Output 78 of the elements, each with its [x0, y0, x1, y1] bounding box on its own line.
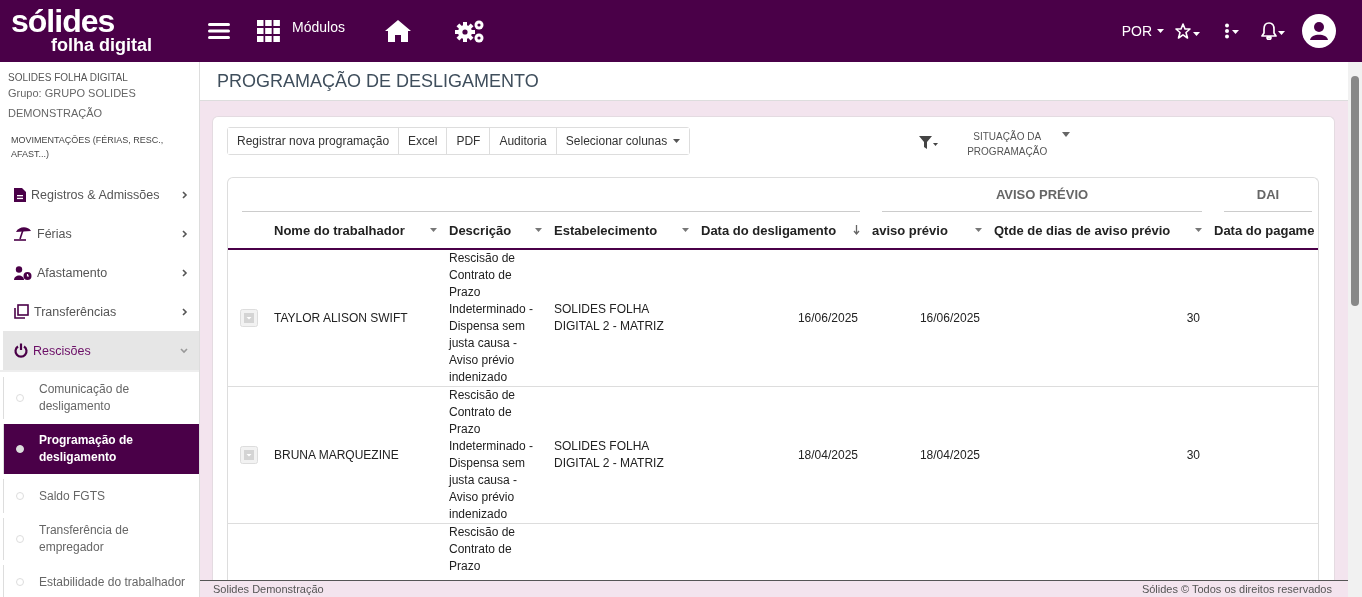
caret-icon: [673, 139, 681, 143]
sort-descending-icon[interactable]: [853, 225, 860, 235]
gears-icon[interactable]: [454, 19, 485, 43]
document-icon: [14, 187, 26, 202]
caret-icon[interactable]: [535, 228, 542, 232]
copy-icon: [14, 304, 29, 319]
table-cell: 18/04/2025: [919, 446, 980, 464]
table-cell: TAYLOR ALISON SWIFT: [274, 309, 408, 327]
table-cell: 18/04/2025: [797, 446, 858, 464]
submenu-item[interactable]: Transferência de empregador: [3, 518, 199, 560]
table-cell: 16/06/2025: [919, 309, 980, 327]
submenu-item[interactable]: Estabilidade do trabalhador: [3, 565, 199, 597]
caret-icon[interactable]: [1195, 228, 1202, 232]
chevron-right-icon: [182, 190, 188, 199]
sidebar-menu-item[interactable]: Registros & Admissões: [0, 175, 199, 214]
sidebar-menu-item[interactable]: Férias: [0, 214, 199, 253]
column-header[interactable]: Qtde de dias de aviso prévio: [994, 222, 1171, 238]
logo-wordmark[interactable]: sólides: [11, 7, 115, 35]
filter-icon[interactable]: [919, 136, 939, 150]
chevron-right-icon: [182, 268, 188, 277]
menu-icon[interactable]: [208, 23, 230, 39]
star-icon[interactable]: [1175, 23, 1200, 39]
page-title: PROGRAMAÇÃO DE DESLIGAMENTO: [217, 70, 539, 92]
chevron-right-icon: [182, 307, 188, 316]
timeline-dot-icon: [16, 394, 24, 402]
more-options-icon[interactable]: [1224, 23, 1239, 39]
sidebar-menu-item[interactable]: Rescisões: [3, 331, 199, 370]
logo-subtitle: folha digital: [51, 35, 152, 55]
sidebar-menu-item[interactable]: Transferências: [0, 292, 199, 331]
column-header[interactable]: Descrição: [449, 222, 512, 238]
table-cell: 30: [1186, 446, 1200, 464]
notifications-icon[interactable]: [1261, 22, 1285, 40]
column-group-header: AVISO PRÉVIO: [995, 187, 1089, 203]
column-header[interactable]: Data do desligamento: [701, 222, 837, 238]
table-cell-text: SOLIDES FOLHA DIGITAL 2 - MATRIZ: [554, 438, 665, 472]
column-header[interactable]: Data do pagame: [1214, 222, 1315, 238]
group-name: Grupo: GRUPO SOLIDES DEMONSTRAÇÃO: [7, 86, 137, 121]
sidebar-menu-item[interactable]: Afastamento: [0, 253, 199, 292]
column-header[interactable]: aviso prévio: [872, 222, 948, 238]
chevron-down-icon: [180, 347, 188, 354]
caret-icon[interactable]: [975, 228, 982, 232]
language-selector[interactable]: POR: [1121, 23, 1152, 39]
submenu-item[interactable]: Comunicação de desligamento: [3, 377, 199, 419]
timeline-dot-icon: [16, 535, 24, 543]
section-heading: MOVIMENTAÇÕES (FÉRIAS, RESC., AFAST...): [10, 134, 165, 161]
caret-icon: [1157, 29, 1164, 33]
timeline-dot-icon: [16, 445, 24, 453]
copyright-text: Sólides © Todos os direitos reservados: [1141, 583, 1332, 595]
home-icon[interactable]: [384, 20, 411, 42]
power-icon: [14, 343, 28, 358]
table-cell-text: Rescisão de Contrato de Prazo Indeterminado - Dispensa sem justa causa - Aviso prévio indenizado: [449, 387, 535, 523]
timeline-dot-icon: [16, 578, 24, 586]
timeline-dot-icon: [16, 492, 24, 500]
column-group-header: DAI: [1256, 187, 1280, 203]
table-cell: 16/06/2025: [797, 309, 858, 327]
footer-text: Solides Demonstração: [213, 583, 324, 595]
table-cell-text: Rescisão de Contrato de Prazo Indeterminado - Dispensa sem justa causa - Aviso prévio indenizado: [449, 250, 535, 386]
table-cell-text: Rescisão de Contrato de Prazo: [449, 524, 517, 575]
user-avatar-icon[interactable]: [1302, 14, 1336, 48]
table-cell: BRUNA MARQUEZINE: [274, 446, 399, 464]
column-header[interactable]: Nome do trabalhador: [274, 222, 405, 238]
submenu-item[interactable]: Programação de desligamento: [3, 424, 199, 474]
toolbar-button[interactable]: Selecionar colunas: [555, 128, 690, 154]
scrollbar[interactable]: [1348, 62, 1362, 597]
table-cell: 30: [1186, 309, 1200, 327]
grid-icon[interactable]: [257, 20, 280, 42]
modules-link[interactable]: Módulos: [292, 19, 345, 35]
column-header[interactable]: Estabelecimento: [554, 222, 658, 238]
chevron-right-icon: [182, 229, 188, 238]
user-clock-icon: [14, 265, 32, 280]
beach-umbrella-icon: [14, 226, 32, 241]
caret-icon[interactable]: [430, 228, 437, 232]
status-dropdown[interactable]: SITUAÇÃO DA PROGRAMAÇÃO: [957, 127, 1071, 159]
company-name: SOLIDES FOLHA DIGITAL: [7, 72, 129, 83]
caret-icon[interactable]: [682, 228, 689, 232]
caret-icon: [1062, 132, 1071, 137]
table-cell-text: SOLIDES FOLHA DIGITAL 2 - MATRIZ: [554, 301, 665, 335]
submenu-item[interactable]: Saldo FGTS: [3, 479, 199, 513]
